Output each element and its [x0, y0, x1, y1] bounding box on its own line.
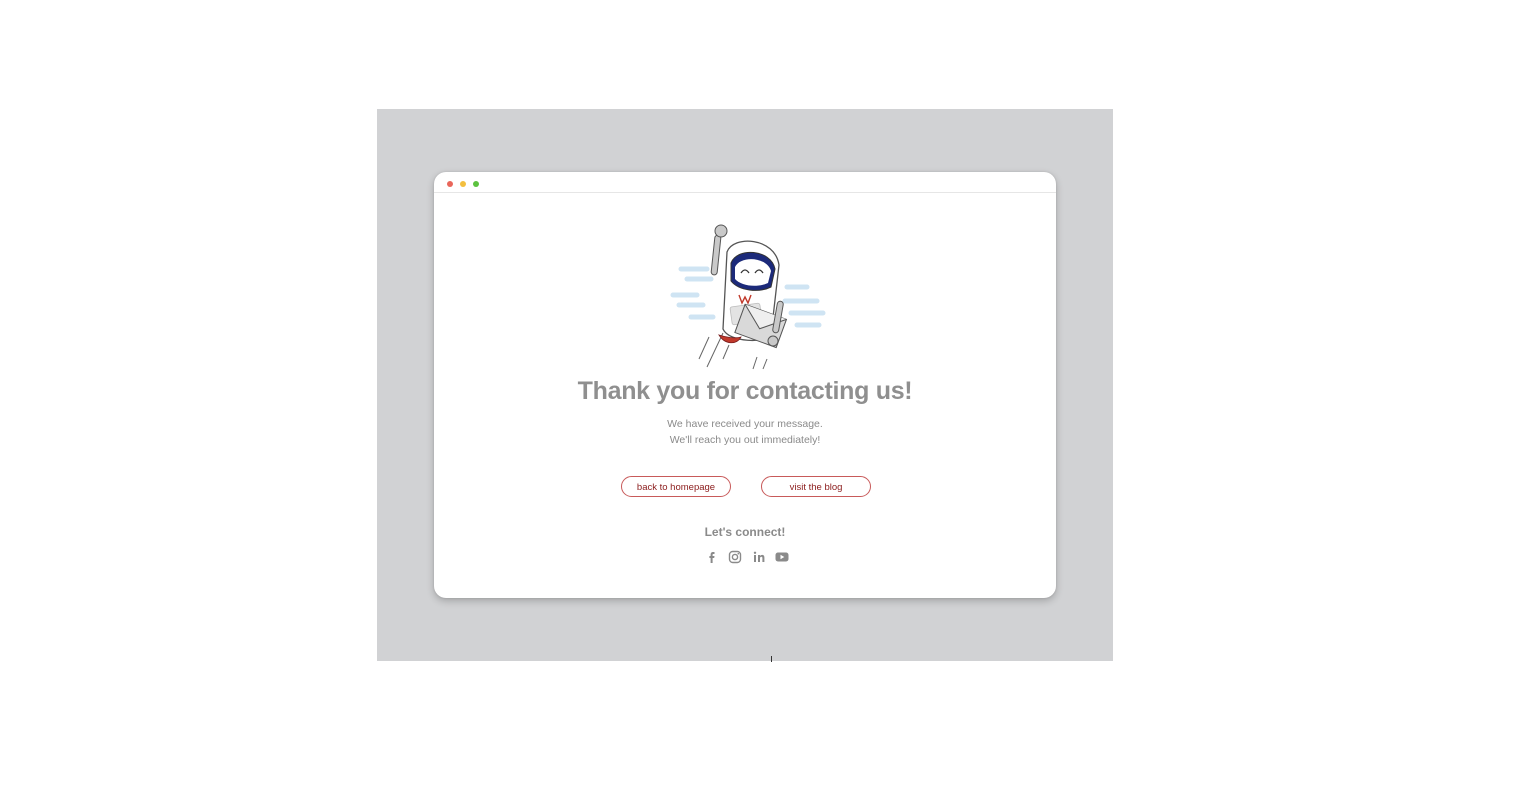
browser-window: Thank you for contacting us! We have rec… — [434, 172, 1056, 598]
window-titlebar — [434, 172, 1056, 193]
text-cursor-mark — [771, 656, 772, 662]
facebook-icon[interactable] — [704, 549, 720, 565]
minimize-window-dot[interactable] — [460, 181, 466, 187]
close-window-dot[interactable] — [447, 181, 453, 187]
maximize-window-dot[interactable] — [473, 181, 479, 187]
confirmation-message-line2: We'll reach you out immediately! — [669, 434, 821, 446]
robot-mascot-illustration — [670, 224, 826, 370]
visit-blog-button[interactable]: visit the blog — [761, 476, 871, 497]
linkedin-icon[interactable] — [751, 549, 767, 565]
back-to-homepage-button[interactable]: back to homepage — [621, 476, 731, 497]
confirmation-message-line1: We have received your message. — [667, 418, 823, 430]
backdrop: Thank you for contacting us! We have rec… — [377, 109, 1113, 661]
page-title: Thank you for contacting us! — [577, 377, 913, 405]
lets-connect-heading: Let's connect! — [704, 525, 786, 539]
instagram-icon[interactable] — [727, 549, 743, 565]
youtube-icon[interactable] — [774, 549, 790, 565]
